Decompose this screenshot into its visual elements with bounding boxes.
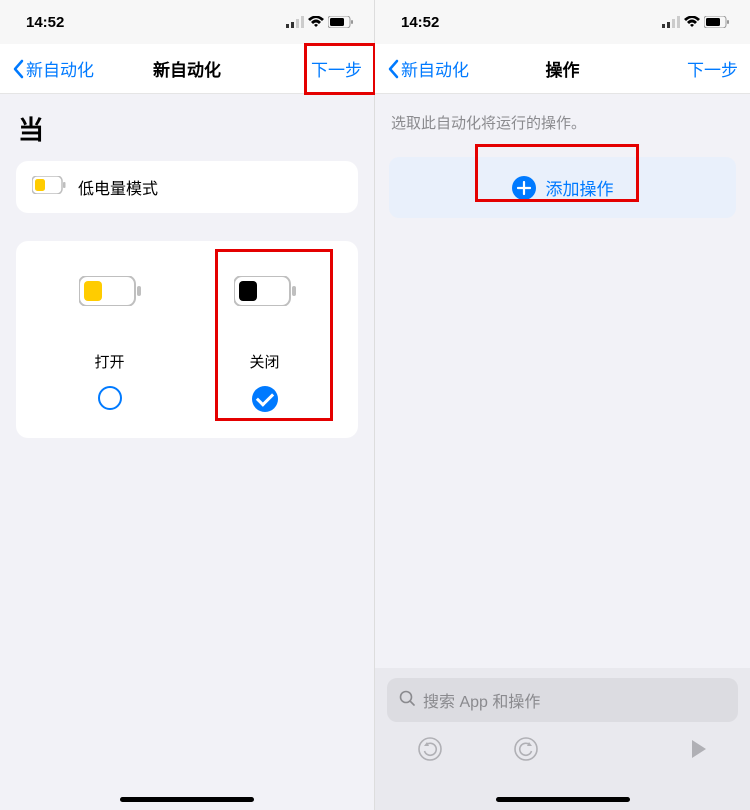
play-button[interactable] [690,739,708,759]
radio-checked-icon [252,386,278,412]
condition-label: 低电量模式 [78,175,158,199]
home-indicator [120,797,254,802]
option-close[interactable]: 关闭 [187,265,342,420]
back-button[interactable]: 新自动化 [12,56,94,81]
back-label: 新自动化 [401,56,469,81]
option-close-label: 关闭 [249,351,279,372]
chevron-left-icon [12,59,24,79]
status-time: 14:52 [26,14,64,31]
next-button[interactable]: 下一步 [311,56,362,81]
undo-button[interactable] [417,736,443,762]
nav-title: 新自动化 [153,56,221,81]
low-power-icon [32,176,66,199]
add-action-button[interactable]: 添加操作 [389,157,736,218]
option-open-label: 打开 [94,351,124,372]
status-bar: 14:52 [375,0,750,44]
search-input[interactable]: 搜索 App 和操作 [387,678,738,722]
status-time: 14:52 [401,14,439,31]
content-left: 当 低电量模式 打开 [0,94,374,810]
wifi-icon [308,16,324,28]
bottom-toolbar-area: 搜索 App 和操作 [375,668,750,810]
plus-circle-icon [512,176,536,200]
radio-unchecked-icon [98,386,122,410]
status-indicators [286,16,354,28]
chevron-left-icon [387,59,399,79]
nav-bar: 新自动化 新自动化 下一步 [0,44,374,94]
wifi-icon [684,16,700,28]
description-text: 选取此自动化将运行的操作。 [385,112,740,133]
search-icon [399,690,415,711]
phone-right: 14:52 新自动化 操作 下一步 选取此自动化将运行的操作。 [375,0,750,810]
option-open[interactable]: 打开 [32,265,187,420]
back-label: 新自动化 [26,56,94,81]
status-indicators [662,16,730,28]
battery-on-icon [79,276,141,311]
add-action-label: 添加操作 [546,175,614,200]
action-toolbar [387,736,738,762]
condition-card[interactable]: 低电量模式 [16,161,358,213]
battery-off-icon [234,276,296,311]
signal-icon [286,16,304,28]
battery-icon [328,16,354,28]
status-bar: 14:52 [0,0,374,44]
search-placeholder: 搜索 App 和操作 [423,688,540,712]
phone-left: 14:52 新自动化 新自动化 下一步 当 [0,0,375,810]
battery-icon [704,16,730,28]
options-card: 打开 关闭 [16,241,358,438]
nav-bar: 新自动化 操作 下一步 [375,44,750,94]
nav-title: 操作 [546,56,580,81]
when-header: 当 [16,110,358,147]
signal-icon [662,16,680,28]
redo-button[interactable] [513,736,539,762]
next-button[interactable]: 下一步 [687,56,738,81]
back-button[interactable]: 新自动化 [387,56,469,81]
home-indicator [496,797,630,802]
